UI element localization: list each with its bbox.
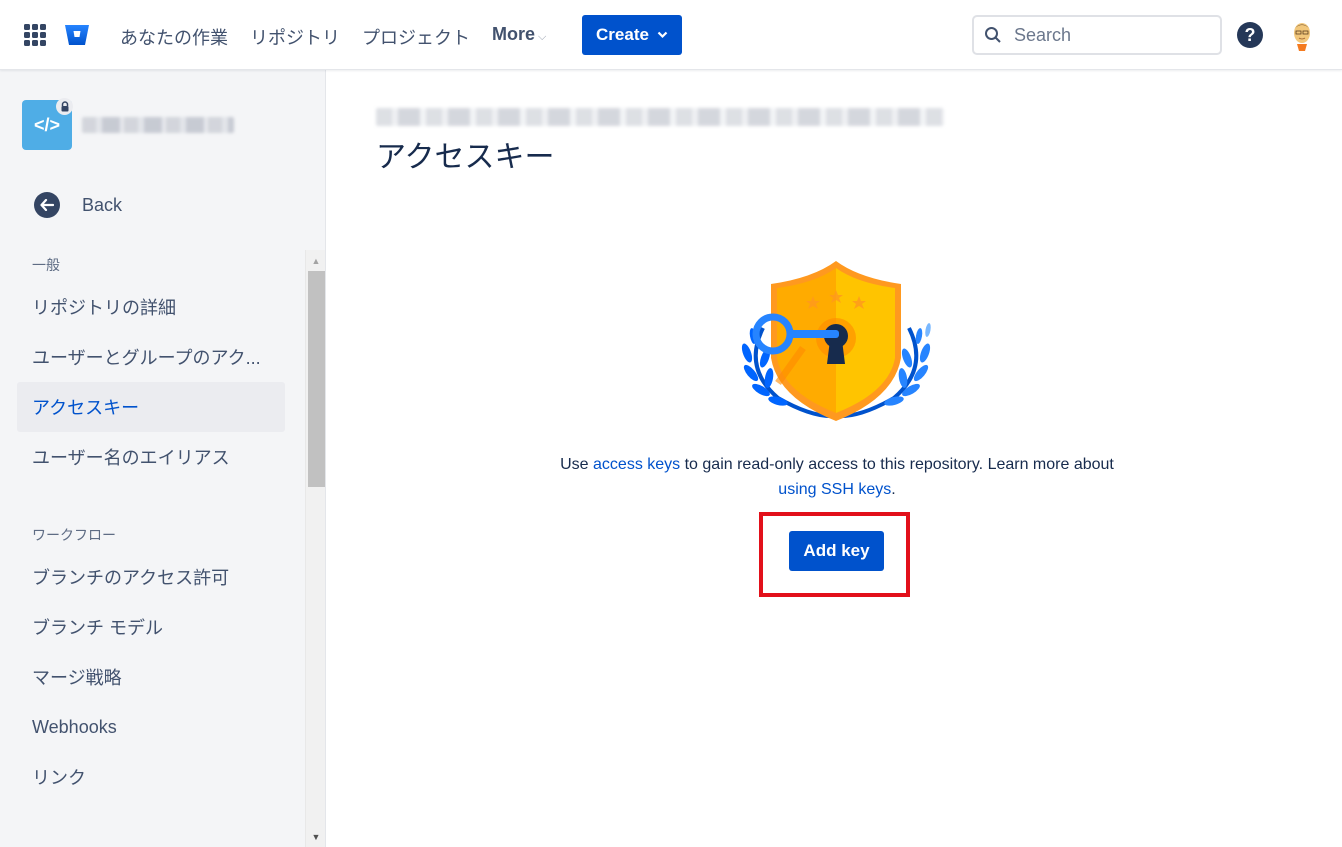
nav-your-work[interactable]: あなたの作業 xyxy=(120,24,228,50)
search-input[interactable] xyxy=(1014,24,1204,46)
desc-text: . xyxy=(891,481,896,498)
sidebar-item-branch-permissions[interactable]: ブランチのアクセス許可 xyxy=(17,552,285,602)
desc-text: Use xyxy=(560,456,594,473)
back-link[interactable]: Back xyxy=(34,192,122,218)
sidebar-item-merge-strategies[interactable]: マージ戦略 xyxy=(17,652,285,702)
add-key-button[interactable]: Add key xyxy=(789,531,884,571)
create-label: Create xyxy=(596,25,649,44)
sidebar-item-branching-model[interactable]: ブランチ モデル xyxy=(17,602,285,652)
sidebar-item-repository-details[interactable]: リポジトリの詳細 xyxy=(17,282,285,332)
lock-icon xyxy=(56,98,73,115)
sidebar-menu: 一般 リポジトリの詳細 ユーザーとグループのアク... アクセスキー ユーザー名… xyxy=(0,250,305,847)
section-header-general: 一般 xyxy=(32,257,60,273)
sidebar-item-access-keys[interactable]: アクセスキー xyxy=(17,382,285,432)
sidebar-item-user-group-access[interactable]: ユーザーとグループのアク... xyxy=(17,332,285,382)
user-avatar[interactable] xyxy=(1290,20,1314,52)
chevron-down-icon: ⌵ xyxy=(538,31,547,43)
page-title: アクセスキー xyxy=(376,141,555,174)
more-label: More xyxy=(492,24,536,44)
nav-repositories[interactable]: リポジトリ xyxy=(250,24,340,50)
sidebar-item-webhooks[interactable]: Webhooks xyxy=(17,702,285,752)
help-icon[interactable]: ? xyxy=(1237,22,1263,48)
using-ssh-keys-link[interactable]: using SSH keys xyxy=(778,481,891,498)
back-label: Back xyxy=(82,194,123,215)
access-keys-link[interactable]: access keys xyxy=(593,456,680,473)
chevron-down-icon xyxy=(657,31,668,39)
desc-text: to gain read-only access to this reposit… xyxy=(680,456,1114,473)
shield-key-illustration xyxy=(741,261,931,421)
arrow-left-icon xyxy=(34,192,60,218)
scroll-up-arrow-icon[interactable]: ▲ xyxy=(306,252,326,269)
sidebar-item-username-aliases[interactable]: ユーザー名のエイリアス xyxy=(17,432,285,482)
create-button[interactable]: Create xyxy=(582,15,682,55)
top-navigation: あなたの作業 リポジトリ プロジェクト More⌵ Create ? xyxy=(0,0,1342,70)
settings-sidebar: </> Back 一般 リポジトリの詳細 ユーザーとグループのアク... アクセ… xyxy=(0,70,326,847)
search-icon xyxy=(985,27,1001,43)
search-field[interactable] xyxy=(972,15,1222,55)
section-header-workflow: ワークフロー xyxy=(32,527,116,543)
scrollbar-thumb[interactable] xyxy=(308,271,325,487)
sidebar-scrollbar[interactable]: ▲ ▼ xyxy=(305,250,325,847)
scroll-down-arrow-icon[interactable]: ▼ xyxy=(306,828,326,845)
apps-grid-icon[interactable] xyxy=(24,24,46,46)
bitbucket-logo-icon[interactable] xyxy=(64,23,90,47)
nav-projects[interactable]: プロジェクト xyxy=(362,24,470,50)
access-keys-description: Use access keys to gain read-only access… xyxy=(540,452,1134,502)
repository-name-redacted[interactable] xyxy=(82,117,234,133)
nav-more[interactable]: More ⌵ xyxy=(492,24,546,45)
code-icon: </> xyxy=(33,114,61,135)
breadcrumb-redacted[interactable] xyxy=(376,108,944,126)
sidebar-item-links[interactable]: リンク xyxy=(17,752,285,802)
